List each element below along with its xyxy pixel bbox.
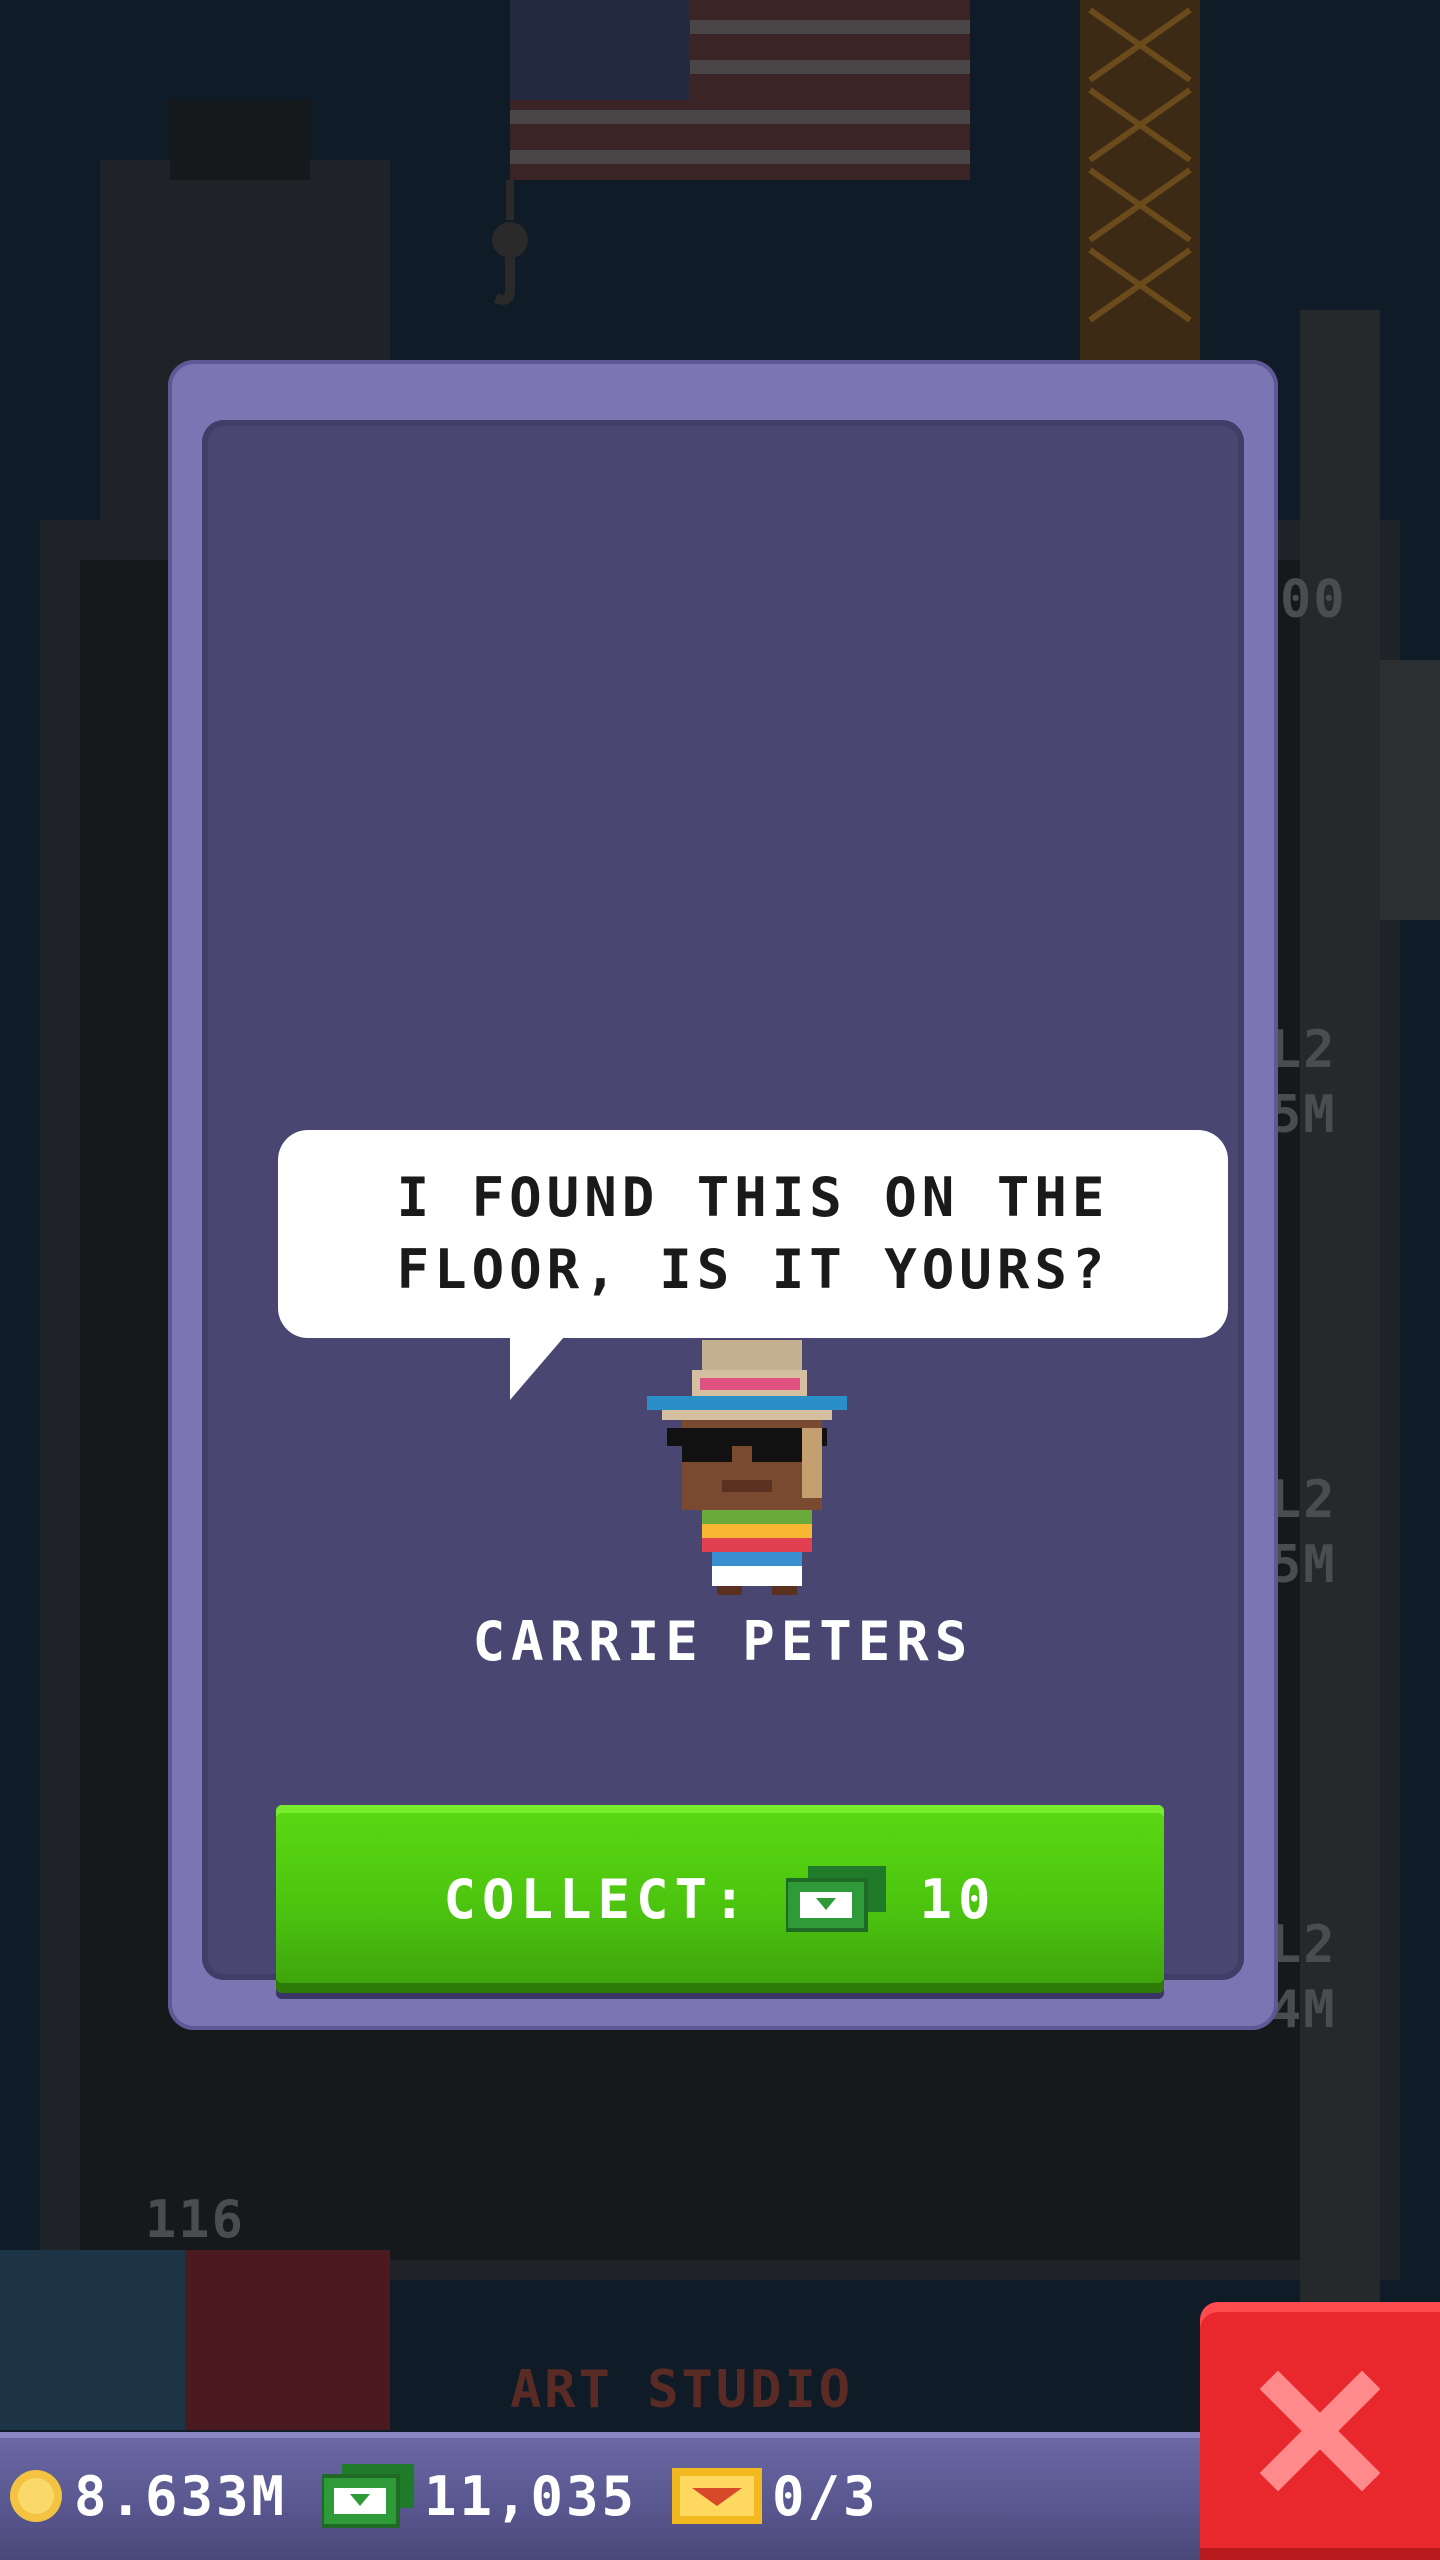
dialog-panel: I FOUND THIS ON THE FLOOR, IS IT YOURS? [202, 420, 1244, 1993]
floor-label: 5M [1270, 1535, 1337, 1595]
tickets-value: 0/3 [772, 2464, 879, 2528]
coin-icon [10, 2470, 62, 2522]
floor-label: 4M [1270, 1980, 1337, 2040]
floor-label: L2 [1270, 1020, 1337, 1080]
collect-button[interactable]: COLLECT: 10 [276, 1805, 1164, 1993]
bux-value: 11,035 [424, 2464, 638, 2528]
cash-icon [785, 1866, 886, 1932]
floor-label: 5M [1270, 1085, 1337, 1145]
tickets-stat: 0/3 [672, 2432, 879, 2560]
elevator-button[interactable] [185, 2250, 390, 2430]
character-name: CARRIE PETERS [472, 1610, 974, 1673]
collect-amount: 10 [919, 1867, 997, 1931]
background-building [170, 100, 310, 180]
close-icon [1260, 2371, 1380, 2491]
close-button[interactable] [1200, 2302, 1440, 2560]
dig-tool-button[interactable] [0, 2250, 185, 2430]
floor-label: L2 [1270, 1470, 1337, 1530]
floor-label: L2 [1270, 1915, 1337, 1975]
coins-stat: 8.633M [8, 2432, 287, 2560]
elevator-shaft [1380, 660, 1440, 920]
collect-label: COLLECT: [443, 1867, 752, 1931]
flag-icon [510, 0, 970, 180]
crane-hook-icon [492, 180, 528, 305]
speech-bubble: I FOUND THIS ON THE FLOOR, IS IT YOURS? [278, 1130, 1228, 1338]
crane-icon [1080, 0, 1200, 360]
bux-stat: 11,035 [322, 2432, 637, 2560]
floor-number: 116 [145, 2190, 245, 2250]
bitizen-character-icon [647, 1340, 847, 1595]
ticket-icon [672, 2468, 762, 2524]
speech-text-line2: FLOOR, IS IT YOURS? [396, 1238, 1110, 1301]
floor-label: 00 [1280, 570, 1347, 630]
floor-name: ART STUDIO [510, 2360, 854, 2420]
event-dialog: I FOUND THIS ON THE FLOOR, IS IT YOURS? [168, 360, 1278, 2030]
speech-text-line1: I FOUND THIS ON THE [396, 1166, 1110, 1229]
coins-value: 8.633M [74, 2464, 288, 2528]
bux-icon [322, 2464, 414, 2528]
speech-bubble-tail [510, 1330, 570, 1400]
